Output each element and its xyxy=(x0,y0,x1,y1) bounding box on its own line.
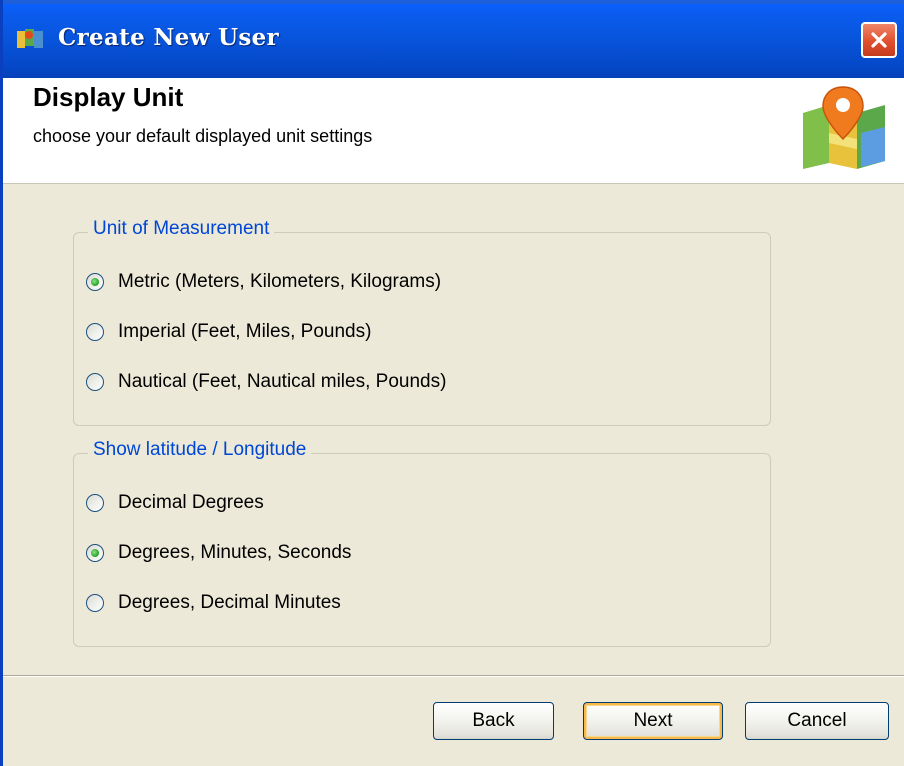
radio-label: Nautical (Feet, Nautical miles, Pounds) xyxy=(118,371,447,392)
cancel-button[interactable]: Cancel xyxy=(745,702,889,740)
radio-button[interactable] xyxy=(86,273,104,291)
radio-label: Metric (Meters, Kilometers, Kilograms) xyxy=(118,271,442,292)
radio-button[interactable] xyxy=(86,544,104,562)
radio-button[interactable] xyxy=(86,373,104,391)
window-title: Create New User xyxy=(58,24,279,51)
dialog-window: Create New User Display Unit choose your… xyxy=(0,0,904,766)
wizard-header: Display Unit choose your default display… xyxy=(3,78,904,184)
radio-label: Imperial (Feet, Miles, Pounds) xyxy=(118,321,372,342)
radio-degrees-decimal-minutes[interactable]: Degrees, Decimal Minutes xyxy=(86,590,341,616)
radio-label: Degrees, Minutes, Seconds xyxy=(118,542,352,563)
latitude-longitude-group: Show latitude / Longitude Decimal Degree… xyxy=(73,439,771,647)
radio-button[interactable] xyxy=(86,494,104,512)
close-icon xyxy=(871,32,887,48)
close-button[interactable] xyxy=(861,22,897,58)
latitude-longitude-legend: Show latitude / Longitude xyxy=(88,439,312,461)
radio-label: Degrees, Decimal Minutes xyxy=(118,592,341,613)
next-button[interactable]: Next xyxy=(583,702,723,740)
radio-degrees-minutes-seconds[interactable]: Degrees, Minutes, Seconds xyxy=(86,540,351,566)
title-bar[interactable]: Create New User xyxy=(3,0,904,78)
map-app-icon xyxy=(17,29,43,48)
back-button[interactable]: Back xyxy=(433,702,554,740)
map-pin-icon xyxy=(803,86,885,169)
page-subtitle: choose your default displayed unit setti… xyxy=(33,126,373,146)
footer-divider xyxy=(3,675,904,677)
radio-metric[interactable]: Metric (Meters, Kilometers, Kilograms) xyxy=(86,269,441,295)
unit-of-measurement-group: Unit of Measurement Metric (Meters, Kilo… xyxy=(73,218,771,426)
unit-of-measurement-legend: Unit of Measurement xyxy=(88,218,275,240)
page-title: Display Unit xyxy=(33,82,184,112)
radio-imperial[interactable]: Imperial (Feet, Miles, Pounds) xyxy=(86,319,371,345)
radio-button[interactable] xyxy=(86,594,104,612)
radio-button[interactable] xyxy=(86,323,104,341)
radio-nautical[interactable]: Nautical (Feet, Nautical miles, Pounds) xyxy=(86,369,446,395)
radio-label: Decimal Degrees xyxy=(118,492,264,513)
radio-decimal-degrees[interactable]: Decimal Degrees xyxy=(86,490,264,516)
